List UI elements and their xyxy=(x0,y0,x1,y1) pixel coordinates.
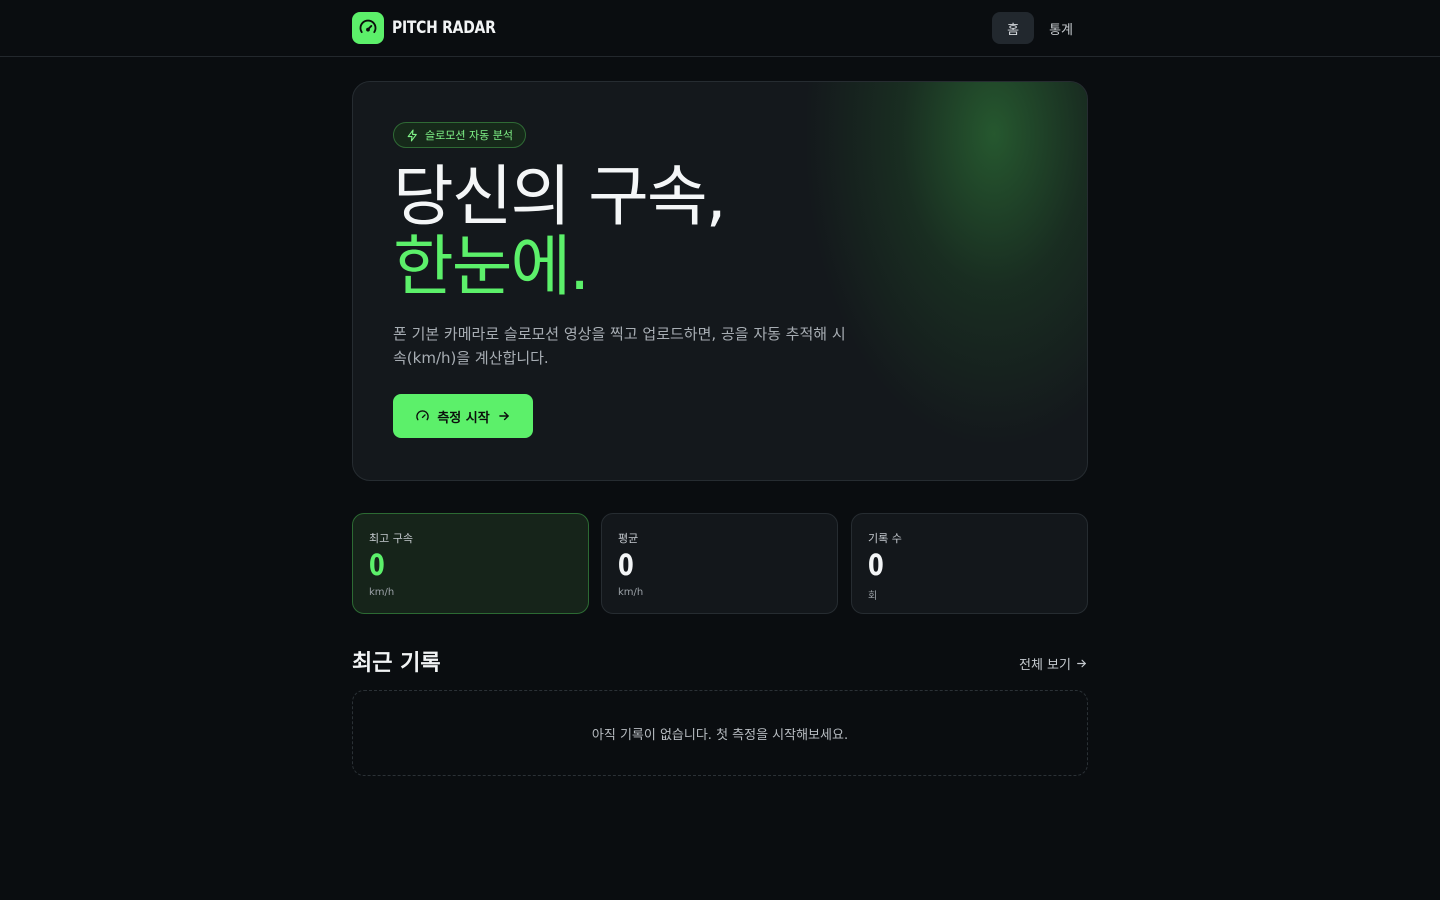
arrow-right-icon xyxy=(497,409,511,423)
see-all-link[interactable]: 전체 보기 xyxy=(1019,654,1088,673)
top-bar: PITCH RADAR 홈 통계 xyxy=(0,0,1440,57)
stat-card-average: 평균 0 km/h xyxy=(601,513,838,614)
feature-badge: 슬로모션 자동 분석 xyxy=(393,122,526,148)
feature-badge-label: 슬로모션 자동 분석 xyxy=(425,129,513,142)
stat-unit: 회 xyxy=(868,591,878,602)
headline-line-2: 한눈에. xyxy=(393,228,590,305)
hero-description: 폰 기본 카메라로 슬로모션 영상을 찍고 업로드하면, 공을 자동 추적해 시… xyxy=(393,325,846,367)
hero-headline: 당신의 구속, 한눈에. xyxy=(393,162,853,302)
stat-unit: km/h xyxy=(618,587,644,598)
stat-label: 평균 xyxy=(618,532,639,545)
stat-label: 최고 구속 xyxy=(369,532,413,545)
recent-records-title: 최근 기록 xyxy=(352,651,441,676)
stat-value: 0 xyxy=(369,548,385,582)
nav-item-home[interactable]: 홈 xyxy=(992,12,1035,44)
stat-card-max-speed: 최고 구속 0 km/h xyxy=(352,513,589,614)
headline-line-1: 당신의 구속, xyxy=(393,158,727,235)
stat-card-record-count: 기록 수 0 회 xyxy=(851,513,1088,614)
brand[interactable]: PITCH RADAR xyxy=(352,12,518,44)
empty-records-placeholder: 아직 기록이 없습니다. 첫 측정을 시작해보세요. xyxy=(352,690,1088,776)
brand-name: PITCH RADAR xyxy=(392,18,496,38)
start-measure-button[interactable]: 측정 시작 xyxy=(393,394,533,438)
empty-records-message: 아직 기록이 없습니다. 첫 측정을 시작해보세요. xyxy=(591,727,849,743)
arrow-right-icon xyxy=(1075,657,1088,670)
stat-label: 기록 수 xyxy=(868,532,902,545)
top-bar-inner: PITCH RADAR 홈 통계 xyxy=(352,0,1088,56)
nav-item-stats[interactable]: 통계 xyxy=(1034,12,1088,44)
hero-content: 슬로모션 자동 분석 당신의 구속, 한눈에. 폰 기본 카메라로 슬로모션 영… xyxy=(393,122,853,438)
stat-value: 0 xyxy=(868,548,884,582)
lightning-icon xyxy=(406,129,419,142)
see-all-label: 전체 보기 xyxy=(1019,658,1071,673)
speedometer-icon xyxy=(352,12,384,44)
stat-unit: km/h xyxy=(369,587,395,598)
hero-card: 슬로모션 자동 분석 당신의 구속, 한눈에. 폰 기본 카메라로 슬로모션 영… xyxy=(352,81,1088,481)
speedometer-icon xyxy=(415,409,430,424)
start-measure-label: 측정 시작 xyxy=(437,410,490,426)
stat-value: 0 xyxy=(618,548,634,582)
main-nav: 홈 통계 xyxy=(992,12,1088,44)
